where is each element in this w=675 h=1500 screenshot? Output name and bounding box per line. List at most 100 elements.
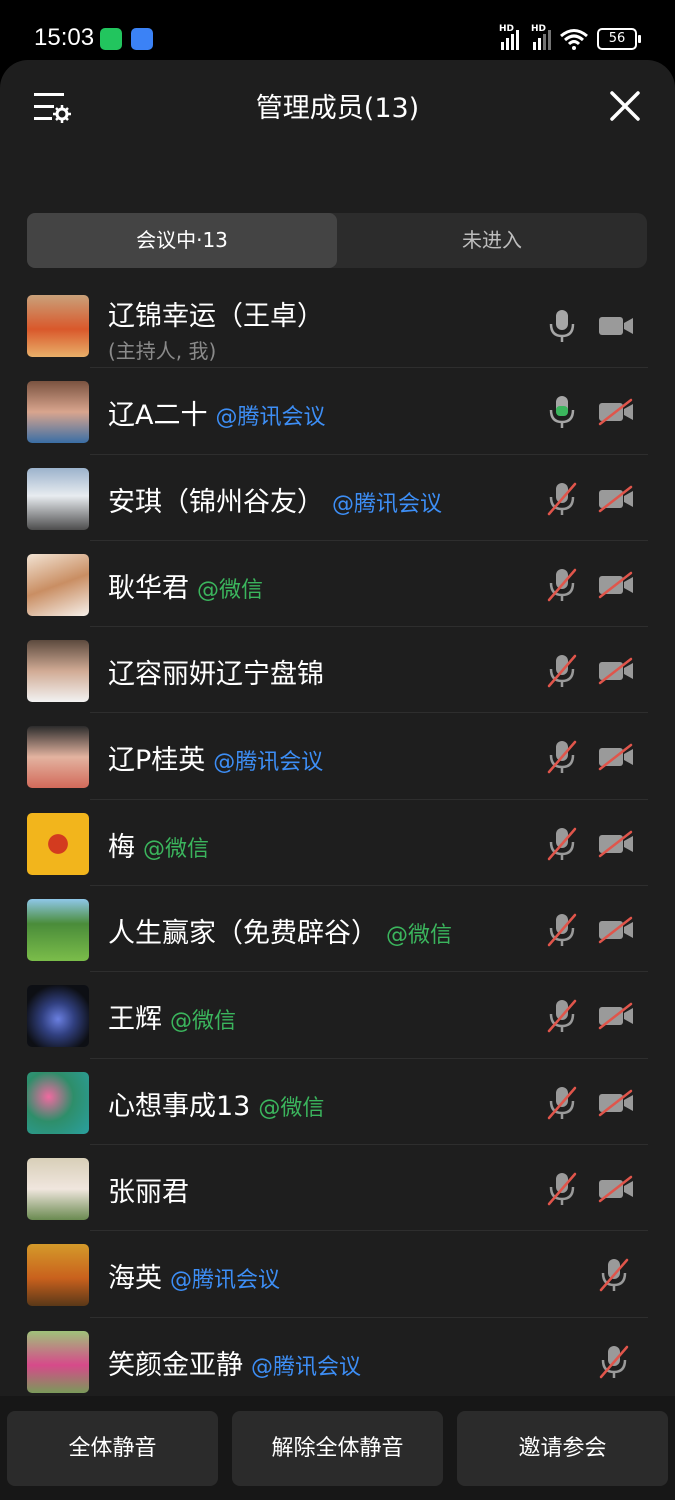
mic-muted-icon[interactable] (546, 826, 578, 862)
member-row[interactable]: 耿华君 @微信 (0, 541, 675, 628)
bottom-action-bar: 全体静音 解除全体静音 邀请参会 (0, 1396, 675, 1500)
member-row[interactable]: 海英 @腾讯会议 (0, 1231, 675, 1318)
mic-muted-icon[interactable] (546, 998, 578, 1034)
member-source-tag: @腾讯会议 (215, 405, 326, 431)
member-name-line: 辽P桂英 @腾讯会议 (108, 738, 323, 777)
microphone-icon[interactable] (546, 394, 578, 430)
member-name-line: 张丽君 (108, 1170, 189, 1209)
signal-icon-2: HD (531, 24, 551, 50)
member-name-line: 人生赢家（免费辟谷） @微信 (108, 911, 452, 950)
member-name: 人生赢家（免费辟谷） (108, 918, 378, 950)
camera-icon[interactable] (597, 312, 635, 340)
mic-muted-icon[interactable] (598, 1344, 630, 1380)
status-time: 15:03 (34, 24, 95, 51)
member-name-line: 海英 @腾讯会议 (108, 1256, 280, 1295)
member-source-tag: @腾讯会议 (251, 1354, 362, 1380)
camera-off-icon[interactable] (597, 743, 635, 771)
avatar (27, 985, 89, 1048)
member-name-line: 笑颜金亚静 @腾讯会议 (108, 1343, 361, 1382)
wifi-icon (560, 29, 588, 50)
camera-off-icon[interactable] (597, 398, 635, 426)
signal-icon: HD (499, 24, 519, 50)
mic-muted-icon[interactable] (546, 1171, 578, 1207)
camera-off-icon[interactable] (597, 1175, 635, 1203)
member-row[interactable]: 笑颜金亚静 @腾讯会议 (0, 1318, 675, 1404)
member-name: 笑颜金亚静 (108, 1349, 243, 1381)
unmute-all-button[interactable]: 解除全体静音 (232, 1411, 443, 1486)
member-name-line: 辽A二十 @腾讯会议 (108, 393, 326, 432)
cloud-notification-icon (131, 28, 153, 50)
page-title: 管理成员(13) (255, 93, 420, 124)
member-source-tag: @微信 (170, 1009, 237, 1035)
camera-off-icon[interactable] (597, 1002, 635, 1030)
mic-muted-icon[interactable] (598, 1257, 630, 1293)
member-name: 张丽君 (108, 1176, 189, 1208)
member-name-line: 王辉 @微信 (108, 997, 236, 1036)
member-row[interactable]: 辽P桂英 @腾讯会议 (0, 713, 675, 800)
mic-muted-icon[interactable] (546, 653, 578, 689)
member-name: 海英 (108, 1263, 162, 1295)
mic-muted-icon[interactable] (546, 912, 578, 948)
member-name: 辽容丽妍辽宁盘锦 (108, 659, 324, 691)
member-name: 安琪（锦州谷友） (108, 486, 324, 518)
sheet-header: 管理成员(13) (0, 60, 675, 150)
member-name-line: 梅 @微信 (108, 825, 209, 864)
avatar (27, 812, 89, 875)
tab-in-meeting[interactable]: 会议中·13 (27, 213, 337, 268)
camera-off-icon[interactable] (597, 657, 635, 685)
member-row[interactable]: 梅 @微信 (0, 800, 675, 887)
avatar (27, 1330, 89, 1393)
avatar (27, 295, 89, 357)
member-name: 辽锦幸运（王卓） (108, 301, 324, 332)
mute-all-button[interactable]: 全体静音 (7, 1411, 218, 1486)
member-tabs: 会议中·13 未进入 (27, 213, 647, 268)
member-source-tag: @微信 (197, 577, 264, 603)
avatar (27, 640, 89, 703)
member-name-line: 心想事成13 @微信 (108, 1084, 324, 1123)
member-name: 梅 (108, 831, 135, 863)
member-row[interactable]: 张丽君 (0, 1145, 675, 1232)
mic-muted-icon[interactable] (546, 567, 578, 603)
camera-off-icon[interactable] (597, 830, 635, 858)
member-name: 辽A二十 (108, 400, 208, 432)
member-name: 辽P桂英 (108, 745, 206, 777)
battery-indicator: 56 (597, 28, 641, 50)
camera-off-icon[interactable] (597, 571, 635, 599)
camera-off-icon[interactable] (597, 916, 635, 944)
camera-off-icon[interactable] (597, 1089, 635, 1117)
mic-muted-icon[interactable] (546, 739, 578, 775)
avatar (27, 726, 89, 789)
member-row[interactable]: 辽A二十 @腾讯会议 (0, 368, 675, 455)
status-bar: 15:03 HD HD 56 (0, 0, 675, 60)
member-source-tag: @微信 (386, 923, 453, 949)
avatar (27, 1071, 89, 1134)
member-name-line: 耿华君 @微信 (108, 566, 263, 605)
member-row[interactable]: 辽容丽妍辽宁盘锦 (0, 627, 675, 714)
avatar (27, 467, 89, 530)
mic-muted-icon[interactable] (546, 1085, 578, 1121)
avatar (27, 899, 89, 962)
member-list: 辽锦幸运（王卓） (主持人, 我) 辽A二十 @腾讯会议 安琪（锦州谷友） @腾讯会议 耿华… (0, 282, 675, 1404)
member-row[interactable]: 人生赢家（免费辟谷） @微信 (0, 886, 675, 973)
member-name: 王辉 (108, 1004, 162, 1036)
microphone-icon[interactable] (546, 308, 578, 344)
avatar (27, 1244, 89, 1307)
invite-button[interactable]: 邀请参会 (457, 1411, 668, 1486)
member-name: 心想事成13 (108, 1090, 251, 1122)
member-row[interactable]: 安琪（锦州谷友） @腾讯会议 (0, 455, 675, 541)
member-row[interactable]: 辽锦幸运（王卓） (主持人, 我) (0, 282, 675, 369)
camera-off-icon[interactable] (597, 485, 635, 513)
member-row[interactable]: 心想事成13 @微信 (0, 1059, 675, 1145)
member-source-tag: @腾讯会议 (332, 491, 443, 517)
avatar (27, 381, 89, 444)
member-source-tag: @微信 (143, 836, 210, 862)
member-sheet: 管理成员(13) 会议中·13 未进入 辽锦幸运（王卓） (主持人, 我) 辽A二十… (0, 60, 675, 1500)
member-row[interactable]: 王辉 @微信 (0, 972, 675, 1059)
close-icon[interactable] (609, 90, 641, 122)
member-source-tag: @腾讯会议 (213, 750, 324, 776)
tab-not-joined[interactable]: 未进入 (337, 213, 647, 268)
member-name-line: 安琪（锦州谷友） @腾讯会议 (108, 480, 442, 519)
member-source-tag: @微信 (258, 1095, 325, 1121)
mic-muted-icon[interactable] (546, 481, 578, 517)
member-name-line: 辽容丽妍辽宁盘锦 (108, 652, 324, 691)
